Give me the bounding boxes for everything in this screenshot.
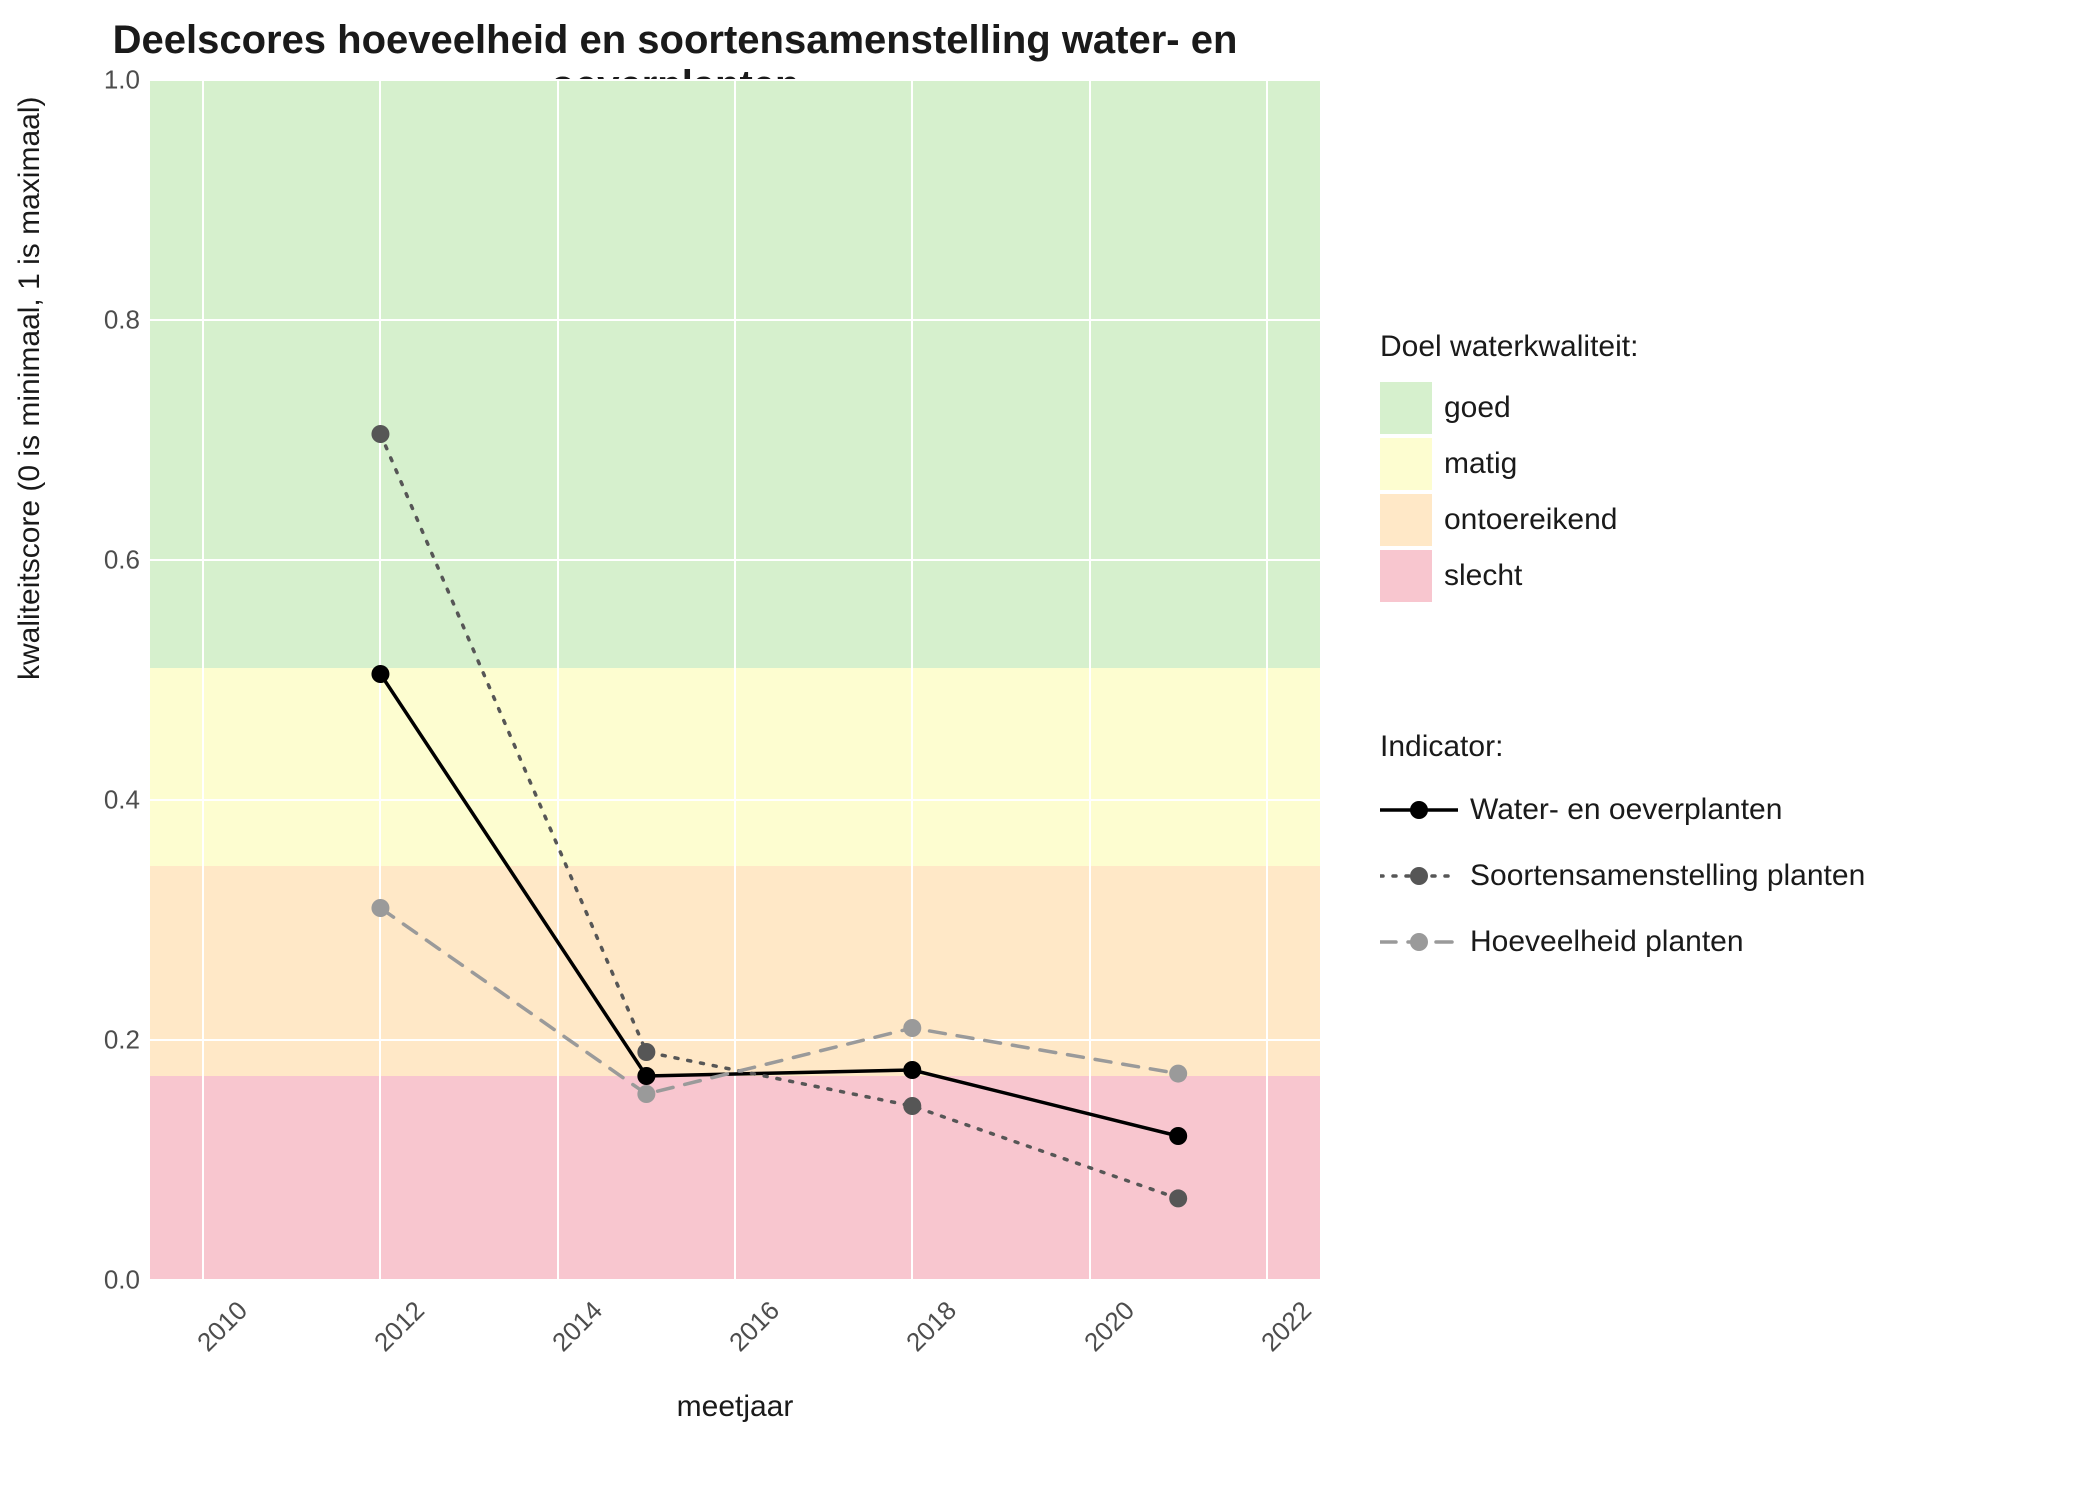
y-axis-label: kwaliteitscore (0 is minimaal, 1 is maxi… bbox=[13, 97, 47, 680]
data-point bbox=[371, 425, 389, 443]
chart-container: Deelscores hoeveelheid en soortensamenst… bbox=[0, 0, 2100, 1500]
legend-series-title: Indicator: bbox=[1380, 730, 1865, 764]
legend-band-ontoer: ontoereikend bbox=[1380, 494, 1638, 546]
y-tick-label: 0.2 bbox=[80, 1025, 140, 1056]
data-point bbox=[903, 1097, 921, 1115]
legend-label: Soortensamenstelling planten bbox=[1470, 859, 1865, 893]
legend-label: slecht bbox=[1444, 559, 1522, 593]
legend-band-matig: matig bbox=[1380, 438, 1638, 490]
x-tick-label: 2018 bbox=[900, 1295, 963, 1358]
legend-line-sample bbox=[1380, 922, 1458, 962]
legend-label: goed bbox=[1444, 391, 1511, 425]
y-tick-label: 0.8 bbox=[80, 305, 140, 336]
x-tick-label: 2010 bbox=[191, 1295, 254, 1358]
data-point bbox=[637, 1085, 655, 1103]
x-tick-label: 2016 bbox=[723, 1295, 786, 1358]
plot-area: 0.00.20.40.60.81.02010201220142016201820… bbox=[150, 80, 1320, 1280]
data-point bbox=[1169, 1065, 1187, 1083]
legend-band-slecht: slecht bbox=[1380, 550, 1638, 602]
x-tick-label: 2022 bbox=[1255, 1295, 1318, 1358]
legend-band-goed: goed bbox=[1380, 382, 1638, 434]
x-tick-label: 2020 bbox=[1078, 1295, 1141, 1358]
data-point bbox=[637, 1067, 655, 1085]
legend-series-item: Water- en oeverplanten bbox=[1380, 782, 1865, 838]
legend-line-sample bbox=[1380, 790, 1458, 830]
y-tick-label: 0.0 bbox=[80, 1265, 140, 1296]
swatch-slecht bbox=[1380, 550, 1432, 602]
legend-series-item: Hoeveelheid planten bbox=[1380, 914, 1865, 970]
legend-label: Hoeveelheid planten bbox=[1470, 925, 1744, 959]
series-line bbox=[380, 434, 1178, 1198]
y-tick-label: 0.6 bbox=[80, 545, 140, 576]
swatch-matig bbox=[1380, 438, 1432, 490]
legend-bands-title: Doel waterkwaliteit: bbox=[1380, 330, 1638, 364]
series-line bbox=[380, 908, 1178, 1094]
data-point bbox=[637, 1043, 655, 1061]
x-axis-label: meetjaar bbox=[150, 1390, 1320, 1424]
x-tick-label: 2014 bbox=[546, 1295, 609, 1358]
legend-bands: Doel waterkwaliteit: goed matig ontoerei… bbox=[1380, 330, 1638, 606]
chart-lines bbox=[150, 80, 1320, 1280]
legend-series-item: Soortensamenstelling planten bbox=[1380, 848, 1865, 904]
legend-line-sample bbox=[1380, 856, 1458, 896]
data-point bbox=[371, 899, 389, 917]
data-point bbox=[1169, 1127, 1187, 1145]
data-point bbox=[371, 665, 389, 683]
data-point bbox=[1169, 1189, 1187, 1207]
data-point bbox=[903, 1061, 921, 1079]
swatch-goed bbox=[1380, 382, 1432, 434]
swatch-ontoer bbox=[1380, 494, 1432, 546]
series-line bbox=[380, 674, 1178, 1136]
y-tick-label: 1.0 bbox=[80, 65, 140, 96]
legend-label: matig bbox=[1444, 447, 1517, 481]
legend-series: Indicator: Water- en oeverplanten Soorten… bbox=[1380, 730, 1865, 980]
data-point bbox=[903, 1019, 921, 1037]
legend-label: Water- en oeverplanten bbox=[1470, 793, 1782, 827]
legend-label: ontoereikend bbox=[1444, 503, 1617, 537]
x-tick-label: 2012 bbox=[368, 1295, 431, 1358]
y-tick-label: 0.4 bbox=[80, 785, 140, 816]
